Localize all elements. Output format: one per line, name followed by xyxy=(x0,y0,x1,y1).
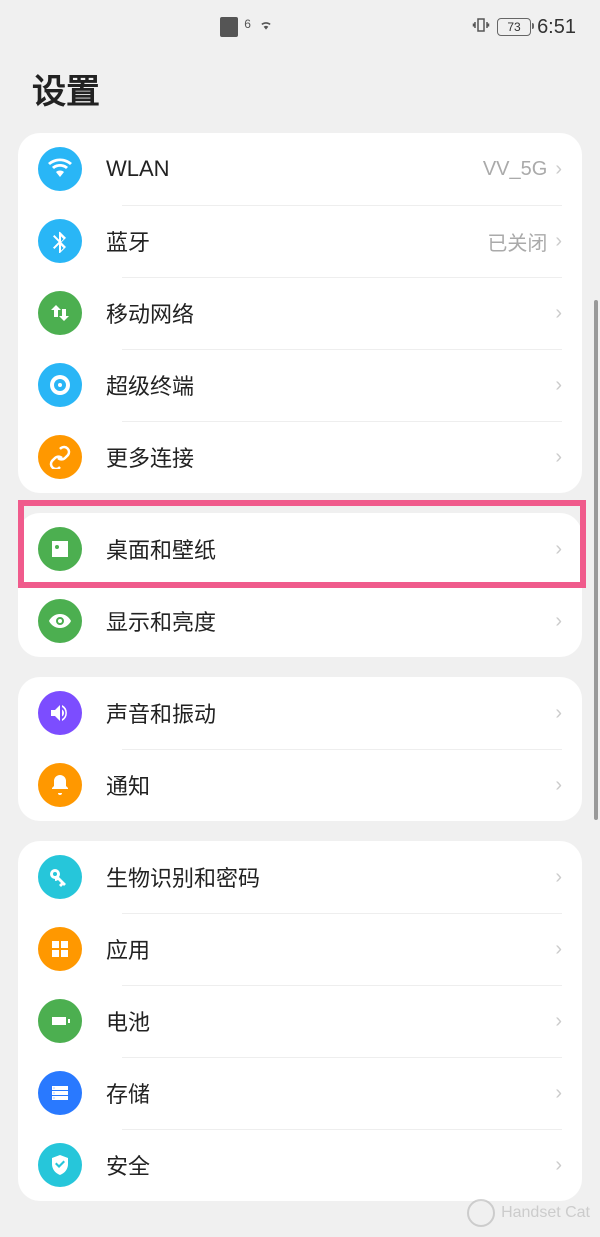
clock: 6:51 xyxy=(537,16,576,39)
settings-row-wallpaper[interactable]: 桌面和壁纸› xyxy=(18,513,582,585)
row-label: 存储 xyxy=(106,1077,555,1109)
bluetooth-icon xyxy=(38,219,82,263)
chevron-right-icon: › xyxy=(555,1082,562,1105)
wifi-small-icon xyxy=(257,18,275,37)
target-icon xyxy=(38,363,82,407)
row-label: 蓝牙 xyxy=(106,225,487,257)
wifi-indicator-icon: 6 xyxy=(244,17,251,31)
settings-row-wlan[interactable]: WLANVV_5G › xyxy=(18,133,582,205)
settings-row-security[interactable]: 安全› xyxy=(18,1129,582,1201)
chevron-right-icon: › xyxy=(555,610,562,633)
watermark: Handset Cat xyxy=(467,1199,590,1227)
settings-group: WLANVV_5G›蓝牙已关闭›移动网络›超级终端›更多连接› xyxy=(18,133,582,493)
chevron-right-icon: › xyxy=(555,538,562,561)
settings-group: 桌面和壁纸›显示和亮度› xyxy=(18,513,582,657)
grid-icon xyxy=(38,927,82,971)
row-label: 超级终端 xyxy=(106,369,555,401)
link-icon xyxy=(38,435,82,479)
row-label: 应用 xyxy=(106,933,555,965)
watermark-text: Handset Cat xyxy=(501,1204,590,1222)
watermark-logo-icon xyxy=(467,1199,495,1227)
settings-row-battery[interactable]: 电池› xyxy=(18,985,582,1057)
row-value: VV_5G xyxy=(483,158,547,181)
chevron-right-icon: › xyxy=(555,702,562,725)
settings-row-display[interactable]: 显示和亮度› xyxy=(18,585,582,657)
battery-icon xyxy=(38,999,82,1043)
settings-row-notify[interactable]: 通知› xyxy=(18,749,582,821)
sim-icon xyxy=(220,17,238,37)
settings-row-bluetooth[interactable]: 蓝牙已关闭 › xyxy=(18,205,582,277)
row-label: 通知 xyxy=(106,769,555,801)
settings-row-biometric[interactable]: 生物识别和密码› xyxy=(18,841,582,913)
row-label: 更多连接 xyxy=(106,441,555,473)
scrollbar[interactable] xyxy=(594,300,598,820)
settings-row-mobile[interactable]: 移动网络› xyxy=(18,277,582,349)
image-icon xyxy=(38,527,82,571)
settings-group: 生物识别和密码›应用›电池›存储›安全› xyxy=(18,841,582,1201)
arrows-icon xyxy=(38,291,82,335)
chevron-right-icon: › xyxy=(555,230,562,253)
shield-icon xyxy=(38,1143,82,1187)
chevron-right-icon: › xyxy=(555,302,562,325)
status-bar: 6 73 6:51 xyxy=(0,0,600,44)
settings-row-more[interactable]: 更多连接› xyxy=(18,421,582,493)
settings-row-sound[interactable]: 声音和振动› xyxy=(18,677,582,749)
chevron-right-icon: › xyxy=(555,1010,562,1033)
row-label: 电池 xyxy=(106,1005,555,1037)
row-label: 生物识别和密码 xyxy=(106,861,555,893)
row-value: 已关闭 xyxy=(487,227,547,256)
settings-row-storage[interactable]: 存储› xyxy=(18,1057,582,1129)
page-title: 设置 xyxy=(0,44,600,133)
chevron-right-icon: › xyxy=(555,446,562,469)
eye-icon xyxy=(38,599,82,643)
settings-row-apps[interactable]: 应用› xyxy=(18,913,582,985)
chevron-right-icon: › xyxy=(555,158,562,181)
battery-icon: 73 xyxy=(497,18,531,36)
chevron-right-icon: › xyxy=(555,1154,562,1177)
chevron-right-icon: › xyxy=(555,774,562,797)
row-label: WLAN xyxy=(106,156,483,182)
row-label: 移动网络 xyxy=(106,297,555,329)
row-label: 安全 xyxy=(106,1149,555,1181)
bell-icon xyxy=(38,763,82,807)
chevron-right-icon: › xyxy=(555,866,562,889)
key-icon xyxy=(38,855,82,899)
row-label: 桌面和壁纸 xyxy=(106,533,555,565)
settings-row-super[interactable]: 超级终端› xyxy=(18,349,582,421)
storage-icon xyxy=(38,1071,82,1115)
chevron-right-icon: › xyxy=(555,374,562,397)
wifi-icon xyxy=(38,147,82,191)
chevron-right-icon: › xyxy=(555,938,562,961)
vibrate-icon xyxy=(471,16,491,39)
settings-group: 声音和振动›通知› xyxy=(18,677,582,821)
volume-icon xyxy=(38,691,82,735)
row-label: 显示和亮度 xyxy=(106,605,555,637)
row-label: 声音和振动 xyxy=(106,697,555,729)
